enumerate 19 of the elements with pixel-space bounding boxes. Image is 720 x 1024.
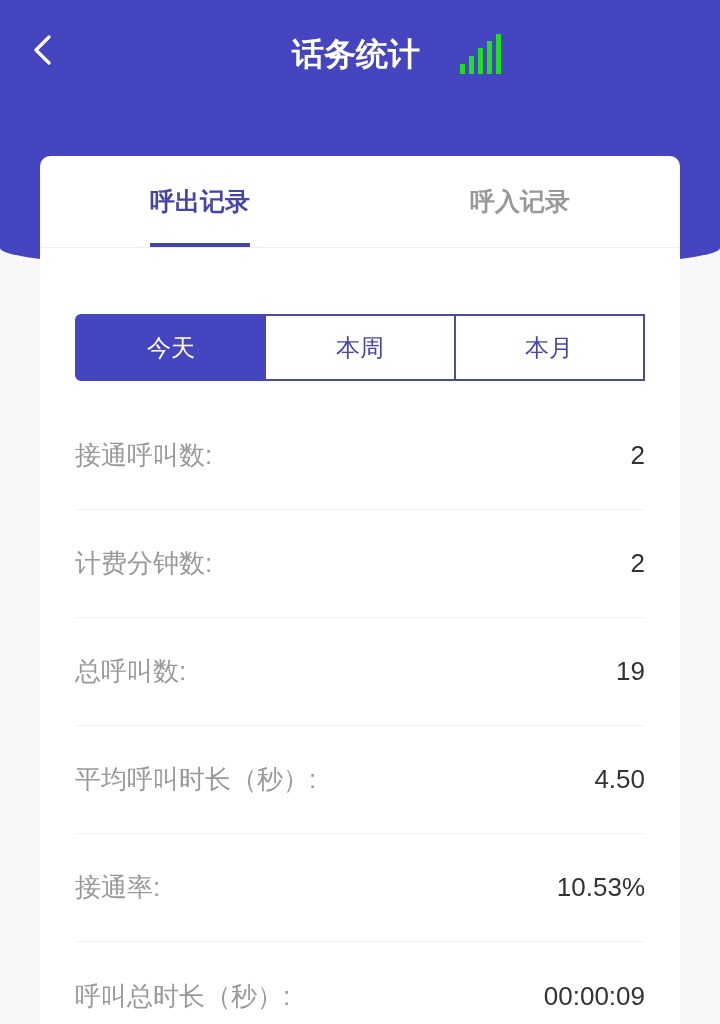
stat-label: 总呼叫数: bbox=[75, 655, 187, 688]
page-title: 话务统计 bbox=[292, 35, 420, 74]
stat-value: 2 bbox=[630, 439, 645, 472]
stat-value: 4.50 bbox=[594, 763, 645, 796]
tab[interactable]: 呼出记录 bbox=[150, 156, 250, 247]
stat-value: 00:00:09 bbox=[543, 979, 645, 1013]
stat-value: 10.53% bbox=[556, 871, 645, 904]
back-chevron-icon bbox=[33, 35, 51, 65]
stat-label: 呼叫总时长（秒）: bbox=[75, 979, 291, 1013]
stat-label: 平均呼叫时长（秒）: bbox=[75, 763, 317, 796]
stat-value: 19 bbox=[616, 655, 645, 688]
signal-icon bbox=[460, 34, 502, 74]
period-segment[interactable]: 本周 bbox=[266, 314, 456, 381]
period-segment[interactable]: 今天 bbox=[75, 314, 267, 381]
stat-label: 接通率: bbox=[75, 871, 161, 904]
stat-value: 2 bbox=[630, 547, 645, 580]
stat-label: 计费分钟数: bbox=[75, 547, 213, 580]
period-segment[interactable]: 本月 bbox=[455, 314, 645, 381]
stat-label: 接通呼叫数: bbox=[75, 439, 213, 472]
